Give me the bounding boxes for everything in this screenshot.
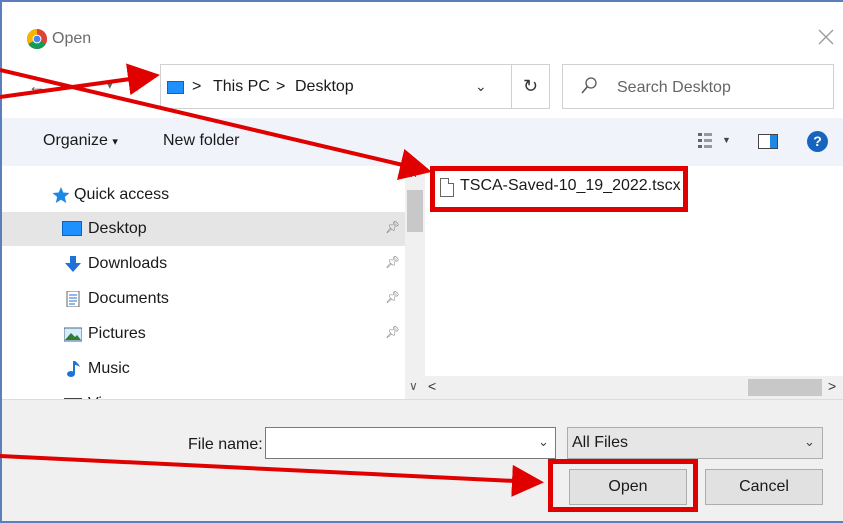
- breadcrumb-desktop[interactable]: Desktop: [295, 78, 354, 96]
- file-name-label: File name:: [188, 436, 263, 453]
- organize-button[interactable]: Organize ▾: [43, 132, 118, 150]
- file-type-select[interactable]: All Files ⌄: [567, 427, 823, 459]
- file-pane-horizontal-scrollbar[interactable]: < >: [425, 376, 843, 399]
- back-arrow-icon[interactable]: ←: [28, 76, 46, 97]
- refresh-icon[interactable]: ↻: [511, 65, 549, 108]
- address-dropdown-chevron-icon[interactable]: ⌄: [475, 78, 487, 95]
- nav-item-videos[interactable]: Vi: [2, 387, 405, 399]
- forward-arrow-icon[interactable]: →: [72, 76, 90, 97]
- nav-item-quick-access[interactable]: Quick access: [2, 178, 405, 212]
- this-pc-icon: [167, 81, 184, 94]
- bottom-panel: File name: ⌄ All Files ⌄ Open Cancel: [2, 399, 843, 521]
- desktop-folder-icon: [62, 221, 82, 236]
- annotation-box-open-button: [548, 459, 698, 512]
- scroll-right-icon[interactable]: >: [828, 378, 836, 394]
- nav-pane-vertical-scrollbar[interactable]: ∧ ∨: [405, 166, 425, 399]
- view-options-chevron-icon[interactable]: ▼: [722, 135, 731, 145]
- pin-icon[interactable]: 📌︎: [385, 255, 400, 269]
- file-type-value: All Files: [572, 434, 629, 451]
- nav-item-documents[interactable]: Documents 📌︎: [2, 282, 405, 316]
- search-icon: [581, 77, 597, 94]
- nav-label: Downloads: [88, 255, 168, 272]
- nav-label: Quick access: [74, 186, 170, 203]
- nav-label: Pictures: [88, 325, 146, 342]
- new-folder-button[interactable]: New folder: [163, 132, 239, 150]
- file-name-dropdown-chevron-icon[interactable]: ⌄: [538, 434, 549, 450]
- scroll-left-icon[interactable]: <: [428, 378, 436, 394]
- scroll-thumb[interactable]: [407, 190, 423, 232]
- download-arrow-icon: [65, 256, 81, 272]
- pin-icon[interactable]: 📌︎: [385, 220, 400, 234]
- close-icon[interactable]: [816, 27, 836, 47]
- search-placeholder: Search Desktop: [617, 79, 731, 96]
- music-note-icon: [67, 361, 80, 377]
- chrome-icon: [27, 29, 47, 49]
- scroll-up-icon[interactable]: ∧: [409, 166, 418, 180]
- nav-item-music[interactable]: Music: [2, 352, 405, 386]
- preview-pane-icon[interactable]: [758, 134, 778, 149]
- cancel-button[interactable]: Cancel: [705, 469, 823, 505]
- breadcrumb-separator: >: [192, 78, 202, 95]
- nav-item-pictures[interactable]: Pictures 📌︎: [2, 317, 405, 351]
- toolbar: Organize ▾ New folder ▼ ?: [2, 118, 843, 166]
- window-title: Open: [52, 30, 92, 47]
- scroll-thumb[interactable]: [748, 379, 822, 396]
- address-bar[interactable]: > This PC > Desktop ⌄ ↻: [160, 64, 550, 109]
- file-type-chevron-icon: ⌄: [804, 434, 815, 449]
- breadcrumb-this-pc[interactable]: This PC: [213, 78, 270, 96]
- star-icon: [52, 187, 70, 203]
- navigation-pane[interactable]: Quick access Desktop 📌︎ Downloads 📌︎ Doc…: [2, 166, 405, 399]
- title-bar: Open: [2, 2, 843, 60]
- help-icon[interactable]: ?: [807, 131, 828, 152]
- up-arrow-icon[interactable]: ↑: [133, 75, 142, 96]
- view-options-icon[interactable]: [698, 133, 712, 149]
- documents-icon: [66, 291, 80, 307]
- pin-icon[interactable]: 📌︎: [385, 290, 400, 304]
- nav-label: Desktop: [88, 220, 147, 237]
- file-name-input[interactable]: ⌄: [265, 427, 556, 459]
- search-box[interactable]: Search Desktop: [562, 64, 834, 109]
- annotation-box-file: [430, 166, 688, 212]
- scroll-down-icon[interactable]: ∨: [409, 379, 418, 393]
- nav-label: Documents: [88, 290, 169, 307]
- pin-icon[interactable]: 📌︎: [385, 325, 400, 339]
- nav-label: Music: [88, 360, 130, 377]
- pictures-icon: [64, 327, 82, 342]
- nav-item-downloads[interactable]: Downloads 📌︎: [2, 247, 405, 281]
- recent-locations-chevron-icon[interactable]: ▾: [107, 79, 113, 92]
- nav-item-desktop[interactable]: Desktop 📌︎: [2, 212, 405, 246]
- breadcrumb-separator: >: [276, 78, 286, 95]
